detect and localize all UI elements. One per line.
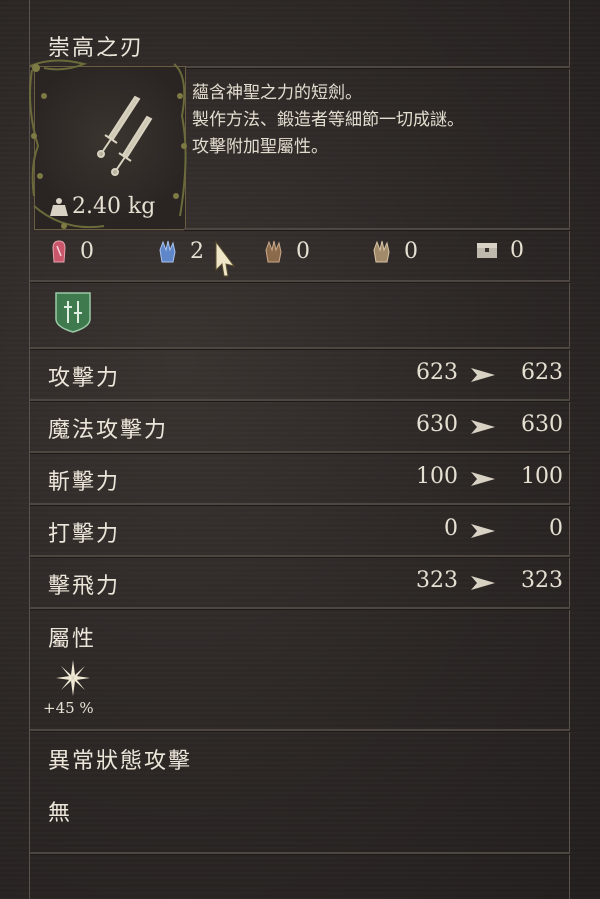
dagger-type-badge-icon: [55, 292, 91, 333]
attribute-title: 屬性: [48, 627, 97, 652]
divider: [30, 852, 570, 854]
stat-before: 630: [416, 412, 458, 437]
requirement-value: 0: [80, 238, 94, 264]
attribute-value: +45 %: [43, 699, 94, 717]
divider: [30, 280, 570, 282]
requirement-stat-5: 0: [476, 238, 524, 263]
arrow-right-icon: [471, 368, 495, 382]
magic-hand-icon: [159, 240, 176, 263]
divider: [30, 347, 570, 349]
requirement-value: 0: [404, 238, 418, 264]
strength-hand-icon: [52, 240, 66, 263]
description-line: 攻擊附加聖屬性。: [192, 137, 328, 157]
chest-icon: [477, 242, 497, 258]
requirement-value: 2: [190, 238, 204, 264]
arrow-right-icon: [471, 524, 495, 538]
item-detail-panel: 崇高之刃 2.40 kg 蘊含神聖之力的短劍。 製作方法、鍛造者等細節一切成謎。…: [0, 0, 600, 899]
brown-hand-icon-2: [373, 240, 390, 263]
weight-icon: [50, 197, 68, 216]
status-attack-title: 異常狀態攻擊: [48, 749, 193, 774]
stat-before: 323: [416, 568, 458, 593]
twin-daggers-icon: [97, 95, 153, 176]
stat-after: 323: [521, 568, 563, 593]
panel-right-border: [569, 0, 570, 899]
holy-star-icon: [56, 660, 90, 696]
stat-before: 0: [444, 516, 458, 541]
stat-after: 0: [549, 516, 563, 541]
brown-hand-icon-1: [265, 240, 282, 263]
stat-before: 623: [416, 360, 458, 385]
stat-row-strike: 打擊力 0 0: [48, 510, 563, 550]
requirement-value: 0: [510, 238, 524, 263]
requirement-stat-3: 0: [264, 238, 310, 264]
item-weight: 2.40 kg: [50, 194, 155, 219]
divider: [184, 228, 570, 230]
requirement-strength: 0: [50, 238, 94, 264]
divider: [30, 607, 570, 609]
stat-label: 擊飛力: [48, 574, 121, 599]
requirements-row: 0 2 0 0 0: [48, 238, 568, 270]
stat-row-magic-attack: 魔法攻擊力 630 630: [48, 406, 563, 446]
stat-after: 630: [521, 412, 563, 437]
stat-label: 攻擊力: [48, 366, 121, 391]
stat-label: 打擊力: [48, 522, 121, 547]
panel-left-border: [29, 0, 30, 899]
item-name: 崇高之刃: [48, 36, 145, 61]
stat-label: 斬擊力: [48, 470, 121, 495]
stat-row-attack: 攻擊力 623 623: [48, 354, 563, 394]
requirement-value: 0: [296, 238, 310, 264]
stat-after: 623: [521, 360, 563, 385]
stat-row-knockdown: 擊飛力 323 323: [48, 562, 563, 602]
description-line: 製作方法、鍛造者等細節一切成謎。: [192, 110, 464, 130]
stat-row-slash: 斬擊力 100 100: [48, 458, 563, 498]
arrow-right-icon: [471, 420, 495, 434]
item-description: 蘊含神聖之力的短劍。 製作方法、鍛造者等細節一切成謎。 攻擊附加聖屬性。: [192, 80, 464, 161]
arrow-right-icon: [471, 576, 495, 590]
divider: [30, 399, 570, 401]
arrow-right-icon: [471, 472, 495, 486]
requirement-magic: 2: [158, 238, 204, 264]
stat-before: 100: [416, 464, 458, 489]
stat-label: 魔法攻擊力: [48, 418, 169, 443]
description-line: 蘊含神聖之力的短劍。: [192, 83, 362, 103]
divider: [30, 729, 570, 731]
divider: [30, 555, 570, 557]
weight-value: 2.40 kg: [72, 194, 156, 219]
status-attack-value: 無: [48, 801, 73, 826]
stat-after: 100: [521, 464, 563, 489]
requirement-stat-4: 0: [372, 238, 418, 264]
divider: [30, 503, 570, 505]
divider: [30, 451, 570, 453]
cursor-icon: [215, 240, 236, 277]
